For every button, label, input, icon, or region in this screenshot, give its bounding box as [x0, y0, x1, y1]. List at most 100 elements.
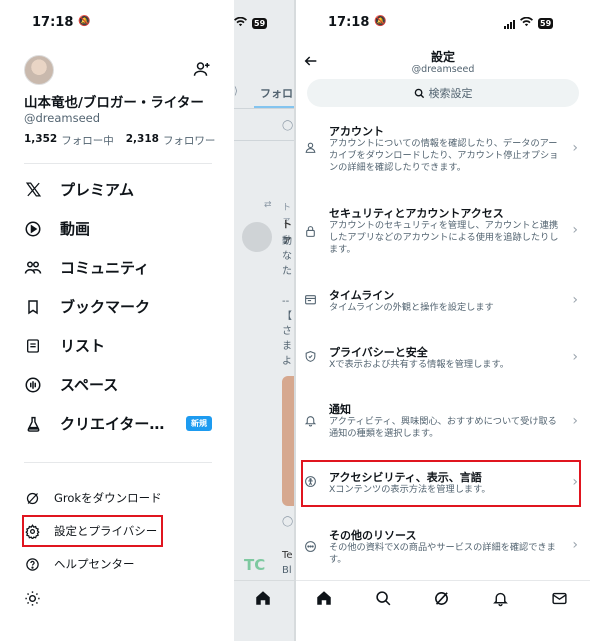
followers-label[interactable]: フォロワー [163, 133, 216, 148]
chevron-right-icon: › [572, 140, 578, 156]
display-name[interactable]: 山本竜也/ブロガー・ライター [24, 91, 204, 111]
chevron-right-icon: › [572, 292, 578, 308]
setting-title: 通知 [329, 403, 351, 416]
sun-icon[interactable] [24, 590, 41, 611]
add-account-icon[interactable] [193, 60, 211, 82]
menu-label: ブックマーク [60, 298, 151, 316]
menu-label: ヘルプセンター [54, 557, 135, 571]
bell-icon[interactable] [490, 588, 510, 608]
status-time: 17:18 [328, 15, 370, 30]
gear-icon [24, 523, 40, 539]
menu-label: プレミアム [60, 181, 134, 199]
wifi-icon [234, 16, 247, 30]
status-icons: 59 [234, 16, 268, 30]
search-input[interactable]: 検索設定 [307, 79, 579, 107]
divider [24, 163, 212, 164]
wifi-icon [520, 16, 533, 30]
grok-icon[interactable] [431, 588, 451, 608]
home-icon[interactable] [314, 588, 334, 608]
silent-bell-icon: 🔕 [78, 16, 91, 27]
menu-label: 設定とプライバシー [54, 524, 158, 538]
play-circle-icon [24, 220, 42, 238]
setting-desc: Xで表示および共有する情報を管理します。 [329, 359, 509, 370]
chevron-right-icon: › [572, 537, 578, 553]
setting-desc: その他の資料でXの商品やサービスの詳細を確認できます。 [329, 542, 556, 566]
menu-lists[interactable]: リスト [24, 335, 105, 356]
menu-label: コミュニティ [60, 259, 150, 277]
menu-spaces[interactable]: スペース [24, 374, 118, 395]
setting-security[interactable]: セキュリティとアカウントアクセス アカウントのセキュリティを管理し、アカウントと… [296, 198, 590, 264]
menu-label: 動画 [60, 220, 91, 238]
menu-bookmarks[interactable]: ブックマーク [24, 296, 150, 317]
more-icon [303, 539, 317, 553]
page-title: 設定 [430, 50, 455, 64]
silent-bell-icon: 🔕 [374, 16, 387, 27]
new-badge: 新規 [186, 416, 212, 431]
tc-logo: TC [244, 556, 266, 574]
people-icon [24, 259, 42, 277]
menu-help-center[interactable]: ヘルプセンター [24, 556, 135, 572]
chevron-right-icon: › [572, 474, 578, 490]
setting-desc: タイムラインの外観と操作を設定します [329, 302, 494, 313]
accessibility-icon [303, 474, 317, 488]
chevron-right-icon: › [572, 222, 578, 238]
following-label[interactable]: フォロー中 [61, 133, 114, 148]
status-time: 17:18 [32, 15, 74, 30]
setting-title: アクセシビリティ、表示、言語 [329, 471, 482, 484]
setting-account[interactable]: アカウント アカウントについての情報を確認したり、データのアーカイブをダウンロー… [296, 118, 590, 184]
setting-notifications[interactable]: 通知 アクティビティ、興味関心、おすすめについて受け取る通知の種類を選択します。… [296, 397, 590, 451]
setting-desc: アカウントのセキュリティを管理し、アカウントと連携したアプリなどのアカウントによ… [329, 220, 559, 256]
chevron-right-icon: › [572, 349, 578, 365]
grok-icon [24, 490, 40, 506]
feed-text-block: Te Bl [282, 550, 293, 576]
page-subtitle: @dreamseed [411, 64, 475, 75]
feed-image [282, 376, 294, 506]
setting-timeline[interactable]: タイムライン タイムラインの外観と操作を設定します › [296, 282, 590, 322]
x-logo-icon [24, 181, 42, 199]
feed-tab-left: ⟩ [234, 86, 238, 97]
timeline-icon [303, 292, 317, 306]
feed-avatar [242, 222, 272, 252]
reply-icon: ◯ [282, 120, 294, 131]
mail-icon[interactable] [549, 588, 569, 608]
feed-tab-label: フォロ [260, 87, 293, 100]
menu-settings-privacy[interactable]: 設定とプライバシー [24, 523, 157, 539]
setting-desc: アクティビティ、興味関心、おすすめについて受け取る通知の種類を選択します。 [329, 416, 557, 440]
setting-accessibility[interactable]: アクセシビリティ、表示、言語 Xコンテンツの表示方法を管理します。 › [296, 464, 590, 504]
reply-icon: ◯ [282, 516, 294, 527]
setting-desc: Xコンテンツの表示方法を管理します。 [329, 484, 491, 495]
menu-video[interactable]: 動画 [24, 218, 90, 239]
search-icon[interactable] [373, 588, 393, 608]
menu-creator[interactable]: クリエイター… 新規 [24, 413, 212, 434]
setting-privacy[interactable]: プライバシーと安全 Xで表示および共有する情報を管理します。 › [296, 340, 590, 380]
avatar[interactable] [24, 55, 54, 85]
feed-text-block: 動なた [282, 236, 292, 277]
settings-screen: 17:18 🔕 59 設定 @dreamseed 検索設定 アカウント アカウン… [296, 0, 590, 641]
follow-stats: 1,352 フォロー中 2,318 フォロワー [24, 133, 215, 148]
setting-title: アカウント [329, 125, 384, 138]
question-icon [24, 556, 40, 572]
search-placeholder: 検索設定 [428, 87, 473, 100]
menu-grok-download[interactable]: Grokをダウンロード [24, 490, 162, 506]
repost-icon: ⇄ [264, 200, 272, 210]
setting-more-resources[interactable]: その他のリソース その他の資料でXの商品やサービスの詳細を確認できます。 › [296, 523, 590, 573]
battery-icon: 59 [538, 18, 554, 29]
setting-desc: アカウントについての情報を確認したり、データのアーカイブをダウンロードしたり、ア… [329, 138, 559, 174]
microphone-icon [24, 376, 42, 394]
setting-title: セキュリティとアカウントアクセス [329, 207, 504, 220]
followers-count[interactable]: 2,318 [126, 133, 159, 148]
battery-icon: 59 [252, 18, 268, 29]
menu-label: リスト [60, 337, 106, 355]
search-icon [414, 84, 425, 103]
bell-icon [303, 413, 317, 427]
setting-title: その他のリソース [329, 529, 417, 542]
following-count[interactable]: 1,352 [24, 133, 57, 148]
menu-label: スペース [60, 376, 119, 394]
setting-title: タイムライン [329, 289, 395, 302]
menu-premium[interactable]: プレミアム [24, 179, 134, 200]
menu-communities[interactable]: コミュニティ [24, 257, 149, 278]
signal-icon [504, 19, 515, 29]
handle: @dreamseed [24, 111, 101, 125]
tabbar-divider [296, 580, 590, 581]
menu-label: Grokをダウンロード [54, 491, 162, 505]
